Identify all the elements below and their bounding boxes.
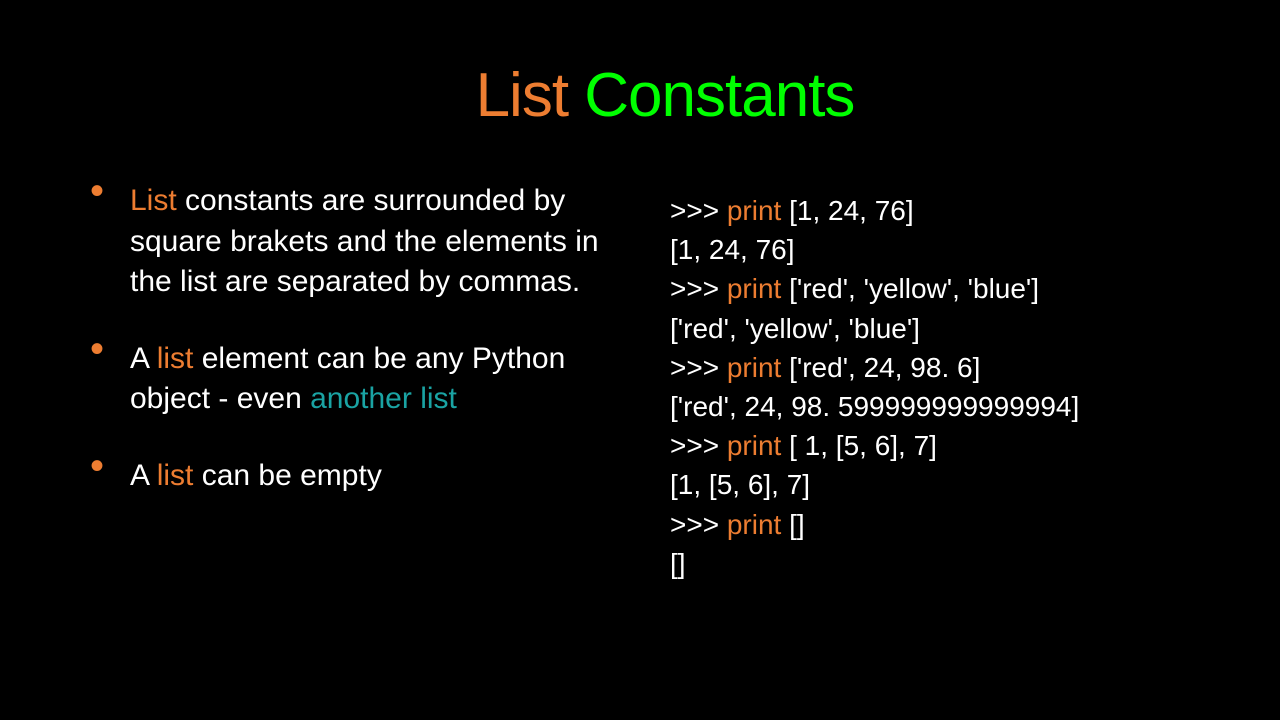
text-fragment: list (157, 342, 194, 375)
content-columns: List constants are surrounded by square … (90, 181, 1240, 583)
code-fragment: >>> (670, 273, 727, 304)
bullet-column: List constants are surrounded by square … (90, 181, 670, 583)
code-fragment: print (727, 195, 789, 226)
code-line: >>> print [ 1, [5, 6], 7] (670, 426, 1240, 465)
code-fragment: [] (670, 548, 686, 579)
code-line: ['red', 24, 98. 599999999999994] (670, 387, 1240, 426)
code-fragment: ['red', 24, 98. 6] (789, 352, 980, 383)
code-fragment: [ 1, [5, 6], 7] (789, 430, 937, 461)
bullet-item: List constants are surrounded by square … (90, 181, 640, 303)
code-fragment: print (727, 430, 789, 461)
bullet-item: A list can be empty (90, 456, 640, 497)
code-fragment: print (727, 352, 789, 383)
title-word-2: Constants (584, 61, 854, 130)
code-fragment: ['red', 'yellow', 'blue'] (670, 313, 920, 344)
code-fragment: >>> (670, 430, 727, 461)
code-line: ['red', 'yellow', 'blue'] (670, 309, 1240, 348)
text-fragment: A (130, 342, 157, 375)
text-fragment: can be empty (193, 459, 381, 492)
code-fragment: ['red', 'yellow', 'blue'] (789, 273, 1039, 304)
code-fragment: ['red', 24, 98. 599999999999994] (670, 391, 1079, 422)
code-line: [] (670, 544, 1240, 583)
slide: List Constants List constants are surrou… (0, 0, 1280, 720)
text-fragment: A (130, 459, 157, 492)
text-fragment: List (130, 184, 177, 217)
code-fragment: >>> (670, 195, 727, 226)
code-fragment: [1, 24, 76] (789, 195, 914, 226)
bullet-list: List constants are surrounded by square … (90, 181, 640, 496)
code-line: >>> print [1, 24, 76] (670, 191, 1240, 230)
code-fragment: print (727, 273, 789, 304)
code-fragment: >>> (670, 509, 727, 540)
code-fragment: [1, 24, 76] (670, 234, 795, 265)
bullet-item: A list element can be any Python object … (90, 339, 640, 420)
code-fragment: >>> (670, 352, 727, 383)
text-fragment: another list (310, 382, 457, 415)
code-fragment: [1, [5, 6], 7] (670, 469, 810, 500)
code-line: >>> print [] (670, 505, 1240, 544)
code-line: [1, 24, 76] (670, 230, 1240, 269)
code-fragment: [] (789, 509, 805, 540)
code-fragment: print (727, 509, 789, 540)
text-fragment: list (157, 459, 194, 492)
code-block: >>> print [1, 24, 76][1, 24, 76]>>> prin… (670, 191, 1240, 583)
title-word-1: List (476, 61, 568, 130)
text-fragment: constants are surrounded by square brake… (130, 184, 599, 298)
code-line: >>> print ['red', 24, 98. 6] (670, 348, 1240, 387)
slide-title: List Constants (90, 60, 1240, 131)
code-line: [1, [5, 6], 7] (670, 465, 1240, 504)
code-line: >>> print ['red', 'yellow', 'blue'] (670, 269, 1240, 308)
code-column: >>> print [1, 24, 76][1, 24, 76]>>> prin… (670, 181, 1240, 583)
